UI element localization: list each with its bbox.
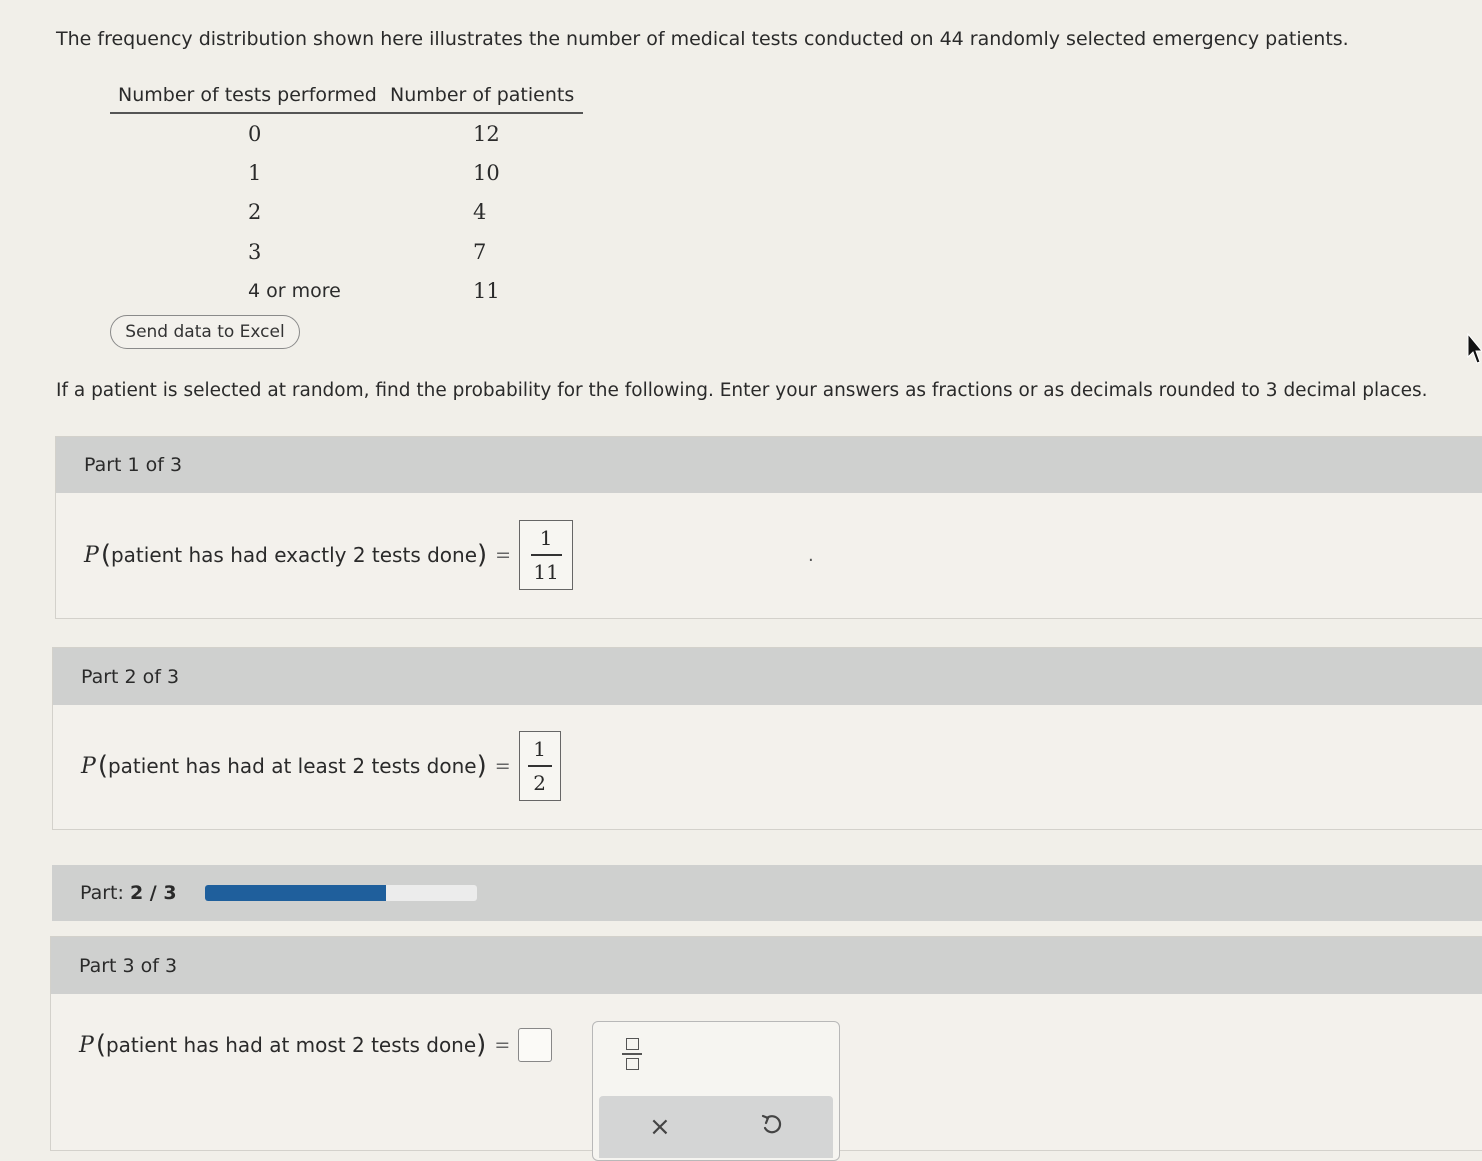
answer-denominator: 11 [533, 559, 559, 584]
part-3-header: Part 3 of 3 [51, 937, 1482, 994]
close-paren: ) [477, 540, 488, 570]
part-2-panel: Part 2 of 3 P ( patient has had at least… [52, 647, 1482, 830]
part-2-question: P ( patient has had at least 2 tests don… [81, 731, 561, 801]
table-row: 1 10 [110, 153, 583, 192]
open-paren: ( [100, 540, 111, 570]
probability-symbol: P [84, 542, 99, 568]
question-text: patient has had at most 2 tests done [105, 1033, 477, 1057]
table-row: 4 or more 11 [110, 271, 583, 310]
fraction-bar [530, 554, 562, 556]
close-icon[interactable]: × [649, 1112, 671, 1142]
part-1-panel: Part 1 of 3 P ( patient has had exactly … [55, 436, 1482, 619]
numerator-box-glyph [625, 1038, 639, 1050]
table-row: 3 7 [110, 232, 583, 271]
part-1-question: P ( patient has had exactly 2 tests done… [84, 520, 574, 590]
answer-numerator: 1 [533, 737, 546, 762]
trailing-period: . [808, 545, 814, 566]
progress-bar-fill [204, 885, 386, 901]
fraction-line-glyph [622, 1053, 642, 1055]
problem-intro: The frequency distribution shown here il… [56, 28, 1349, 50]
part-3-answer-input[interactable] [518, 1028, 553, 1062]
part-1-header: Part 1 of 3 [56, 437, 1482, 493]
table-row: 2 4 [110, 193, 583, 232]
denominator-box-glyph [625, 1057, 639, 1070]
table-cell-patients: 7 [473, 239, 487, 264]
answer-denominator: 2 [533, 770, 546, 795]
toolbox-action-bar: × [599, 1096, 833, 1158]
part-3-question: P ( patient has had at most 2 tests done… [79, 1025, 553, 1065]
table-cell-tests: 0 [248, 121, 262, 146]
table-cell-patients: 4 [473, 200, 487, 225]
mouse-cursor-icon [1467, 333, 1482, 364]
send-to-excel-button[interactable]: Send data to Excel [110, 315, 300, 349]
question-text: patient has had at least 2 tests done [107, 754, 477, 778]
table-cell-patients: 10 [473, 160, 500, 185]
table-cell-tests: 3 [248, 239, 262, 264]
probability-symbol: P [79, 1032, 94, 1058]
table-cell-patients: 11 [473, 278, 500, 303]
question-text: patient has had exactly 2 tests done [110, 543, 478, 567]
answer-numerator: 1 [539, 526, 553, 551]
fraction-bar [527, 765, 552, 767]
close-paren: ) [476, 1030, 487, 1060]
table-cell-tests: 4 or more [248, 279, 341, 302]
column-header-patients: Number of patients [390, 84, 575, 106]
table-cell-tests: 1 [248, 160, 262, 185]
table-cell-patients: 12 [473, 121, 500, 146]
equals-sign: = [494, 755, 511, 777]
open-paren: ( [97, 751, 108, 781]
column-header-tests: Number of tests performed [118, 84, 377, 106]
table-row: 0 12 [110, 114, 583, 153]
open-paren: ( [95, 1030, 106, 1060]
close-paren: ) [476, 751, 487, 781]
part-2-header: Part 2 of 3 [53, 648, 1482, 705]
progress-label-prefix: Part: [80, 882, 124, 904]
progress-bar [204, 885, 477, 901]
math-toolbox: × [592, 1021, 840, 1161]
progress-label: Part: 2 / 3 [80, 882, 177, 904]
instructions-text: If a patient is selected at random, find… [56, 380, 1428, 401]
part-1-answer-field[interactable]: 1 11 [519, 520, 574, 590]
table-cell-tests: 2 [248, 200, 262, 225]
part-2-answer-field[interactable]: 1 2 [518, 731, 561, 801]
fraction-icon[interactable] [621, 1038, 643, 1078]
undo-icon[interactable] [759, 1112, 785, 1138]
table-header-row: Number of tests performed Number of pati… [110, 78, 583, 114]
equals-sign: = [495, 544, 512, 566]
equals-sign: = [494, 1034, 511, 1056]
progress-panel: Part: 2 / 3 [52, 865, 1482, 921]
frequency-table: Number of tests performed Number of pati… [110, 78, 583, 310]
probability-symbol: P [81, 753, 96, 779]
progress-value: 2 / 3 [129, 882, 177, 904]
